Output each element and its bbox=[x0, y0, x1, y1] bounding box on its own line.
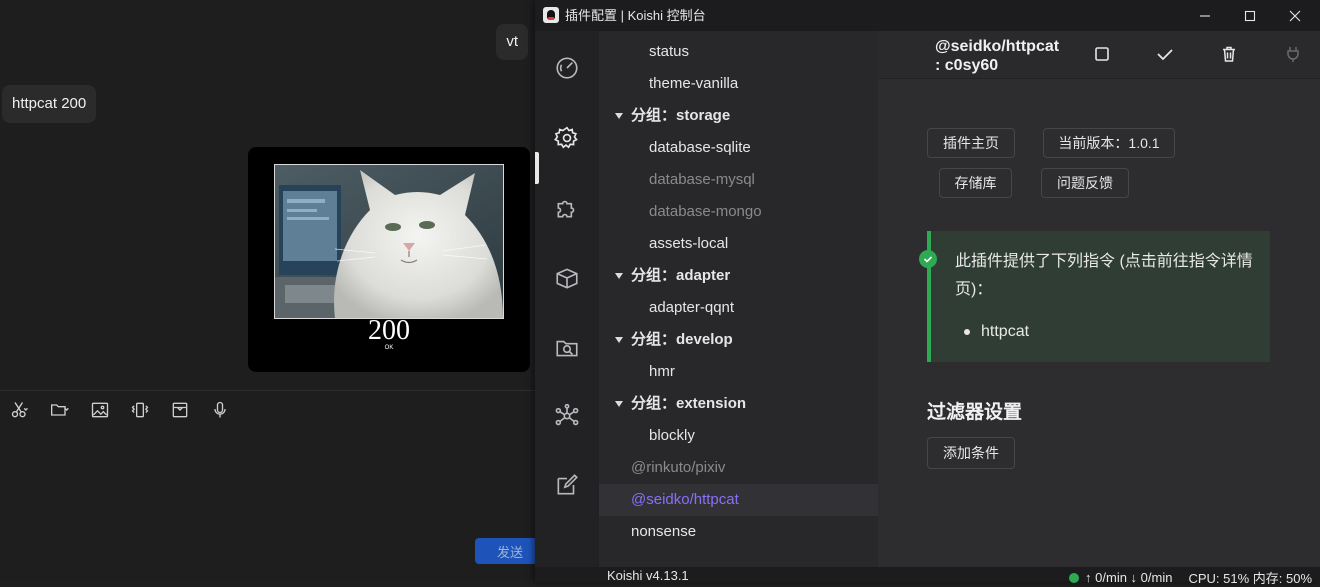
plugin-ident: : c0sy60 bbox=[935, 57, 999, 74]
plug-icon bbox=[1287, 47, 1299, 62]
message-bubble-vt[interactable]: vt bbox=[496, 24, 528, 60]
graph-icon[interactable] bbox=[535, 396, 599, 436]
filter-settings-heading: 过滤器设置 bbox=[927, 402, 1023, 423]
chat-toolbar bbox=[0, 398, 240, 422]
current-version-button[interactable]: 当前版本：1.0.1 bbox=[1043, 128, 1175, 158]
repository-button[interactable]: 存储库 bbox=[939, 168, 1012, 198]
check-icon bbox=[1157, 49, 1173, 61]
close-button[interactable] bbox=[1272, 0, 1318, 31]
cat-photo bbox=[274, 164, 504, 319]
tree-group-extension[interactable]: 分组：extension bbox=[599, 388, 878, 420]
inbox-icon[interactable] bbox=[160, 398, 200, 422]
qq-app-icon bbox=[543, 7, 559, 23]
apply-button[interactable] bbox=[1154, 43, 1176, 65]
tree-item-rinkuto-pixiv[interactable]: @rinkuto/pixiv bbox=[599, 452, 878, 484]
stop-icon bbox=[1095, 47, 1109, 61]
message-bubble-httpcat[interactable]: httpcat 200 bbox=[2, 85, 97, 123]
command-link-httpcat[interactable]: httpcat bbox=[963, 322, 1029, 342]
tree-item-database-sqlite[interactable]: database-sqlite bbox=[599, 132, 878, 164]
window-title: 插件配置 | Koishi 控制台 bbox=[565, 8, 706, 23]
tree-group-storage[interactable]: 分组：storage bbox=[599, 100, 878, 132]
disable-plugin-button[interactable] bbox=[1091, 43, 1113, 65]
plugin-header: @seidko/httpcat : c0sy60 bbox=[878, 31, 1320, 79]
caret-down-icon bbox=[615, 113, 623, 119]
tree-item-database-mongo[interactable]: database-mongo bbox=[599, 196, 878, 228]
status-bar: Koishi v4.13.1 ↑ 0/min ↓ 0/min CPU: 51% … bbox=[535, 567, 1320, 586]
minimize-button[interactable] bbox=[1182, 0, 1228, 31]
tree-item-database-mysql[interactable]: database-mysql bbox=[599, 164, 878, 196]
koishi-window: 插件配置 | Koishi 控制台 status theme-vanilla 分… bbox=[535, 0, 1320, 586]
maximize-button[interactable] bbox=[1227, 0, 1273, 31]
tree-item-nonsense[interactable]: nonsense bbox=[599, 516, 878, 548]
commands-tip: 此插件提供了下列指令 (点击前往指令详情页)： httpcat bbox=[919, 231, 1270, 362]
tree-item-hmr[interactable]: hmr bbox=[599, 356, 878, 388]
issue-feedback-button[interactable]: 问题反馈 bbox=[1041, 168, 1129, 198]
vibrate-icon[interactable] bbox=[120, 398, 160, 422]
online-status-icon bbox=[1069, 572, 1080, 583]
tree-group-label: 分组：develop bbox=[631, 331, 733, 348]
caret-down-icon bbox=[615, 337, 623, 343]
microphone-icon[interactable] bbox=[200, 398, 240, 422]
tree-item-seidko-httpcat[interactable]: @seidko/httpcat bbox=[599, 484, 878, 516]
caret-down-icon bbox=[615, 273, 623, 279]
folder-icon[interactable] bbox=[40, 398, 80, 422]
tree-group-label: 分组：extension bbox=[631, 395, 747, 412]
tree-item-blockly[interactable]: blockly bbox=[599, 420, 878, 452]
image-icon[interactable] bbox=[80, 398, 120, 422]
trash-icon bbox=[1223, 46, 1235, 62]
delete-button[interactable] bbox=[1218, 43, 1240, 65]
gear-icon[interactable] bbox=[535, 118, 599, 158]
minimize-icon bbox=[1200, 14, 1210, 17]
tree-item-theme-vanilla[interactable]: theme-vanilla bbox=[599, 68, 878, 100]
activity-bar: ··· bbox=[535, 31, 599, 586]
tree-group-adapter[interactable]: 分组：adapter bbox=[599, 260, 878, 292]
tip-text: 此插件提供了下列指令 (点击前往指令详情页)： bbox=[955, 253, 1253, 298]
folder-search-icon[interactable] bbox=[535, 328, 599, 368]
tree-group-label: 分组：storage bbox=[631, 107, 731, 124]
tree-group-label: 分组：adapter bbox=[631, 267, 731, 284]
maximize-icon bbox=[1244, 10, 1256, 21]
status-text-caption: OK bbox=[384, 345, 394, 351]
check-circle-icon bbox=[919, 250, 937, 268]
edit-icon[interactable] bbox=[535, 465, 599, 505]
plugin-name: @seidko/httpcat bbox=[935, 38, 1060, 55]
status-code-caption: 200 bbox=[368, 315, 410, 346]
input-divider bbox=[0, 390, 540, 391]
status-metrics: ↑ 0/min ↓ 0/min CPU: 51% 内存: 50% bbox=[1069, 568, 1312, 587]
traffic-rate: ↑ 0/min ↓ 0/min bbox=[1085, 570, 1173, 585]
title-bar: 插件配置 | Koishi 控制台 bbox=[535, 0, 1320, 31]
scissors-icon[interactable] bbox=[0, 398, 40, 422]
tree-item-adapter-qqnt[interactable]: adapter-qqnt bbox=[599, 292, 878, 324]
puzzle-icon[interactable] bbox=[535, 188, 599, 228]
koishi-version: Koishi v4.13.1 bbox=[607, 568, 689, 583]
plugin-homepage-button[interactable]: 插件主页 bbox=[927, 128, 1015, 158]
add-condition-button[interactable]: 添加条件 bbox=[927, 437, 1015, 469]
plugin-title: @seidko/httpcat : c0sy60 bbox=[935, 37, 1059, 75]
plugin-config-panel: @seidko/httpcat : c0sy60 插件主页 当前版本：1.0.1… bbox=[878, 31, 1320, 567]
image-message[interactable]: 200 OK bbox=[248, 147, 530, 372]
tree-item-status[interactable]: status bbox=[599, 36, 878, 68]
close-icon bbox=[1289, 10, 1301, 21]
tree-group-develop[interactable]: 分组：develop bbox=[599, 324, 878, 356]
tree-item-assets-local[interactable]: assets-local bbox=[599, 228, 878, 260]
dashboard-icon[interactable] bbox=[535, 48, 599, 88]
plugin-tree: status theme-vanilla 分组：storage database… bbox=[599, 31, 878, 567]
box-icon[interactable] bbox=[535, 258, 599, 298]
system-usage: CPU: 51% 内存: 50% bbox=[1188, 571, 1312, 586]
plug-button[interactable] bbox=[1282, 43, 1304, 65]
caret-down-icon bbox=[615, 401, 623, 407]
chat-window: vt httpcat 200 200 OK 发送 bbox=[0, 0, 545, 582]
